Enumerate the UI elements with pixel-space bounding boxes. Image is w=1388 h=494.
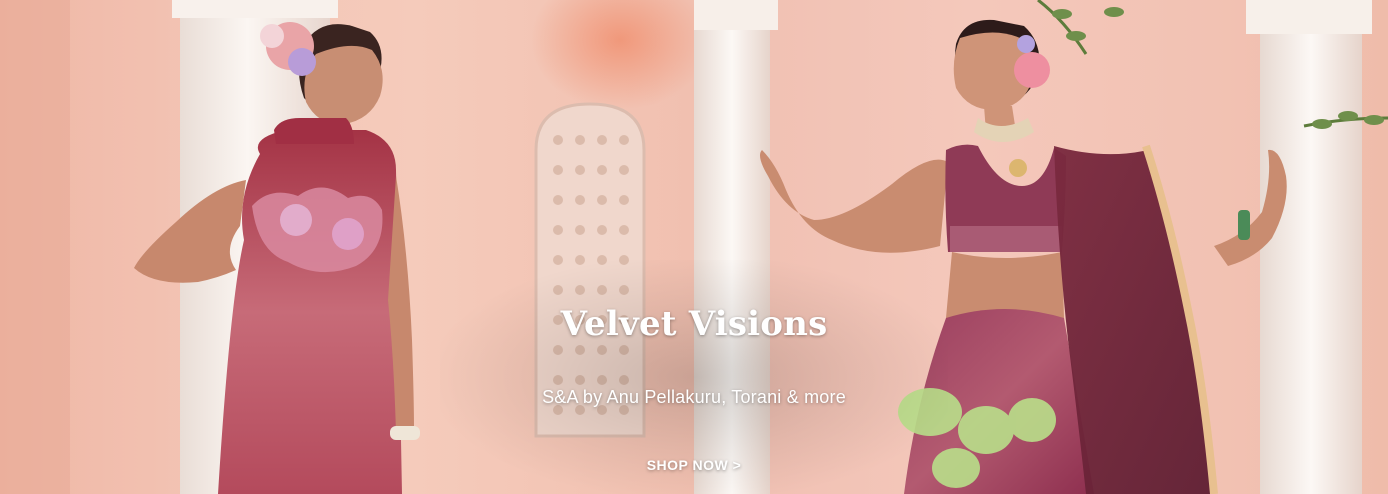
left-model-illustration xyxy=(0,0,694,494)
left-banner-image[interactable] xyxy=(0,0,694,494)
hero-banner[interactable]: Velvet Visions S&A by Anu Pellakuru, Tor… xyxy=(0,0,1388,494)
right-banner-image[interactable] xyxy=(694,0,1388,494)
shop-now-link[interactable]: SHOP NOW > xyxy=(594,452,794,478)
banner-subtitle: S&A by Anu Pellakuru, Torani & more xyxy=(542,387,846,407)
banner-title: Velvet Visions xyxy=(560,304,828,344)
right-model-illustration xyxy=(694,0,1388,494)
